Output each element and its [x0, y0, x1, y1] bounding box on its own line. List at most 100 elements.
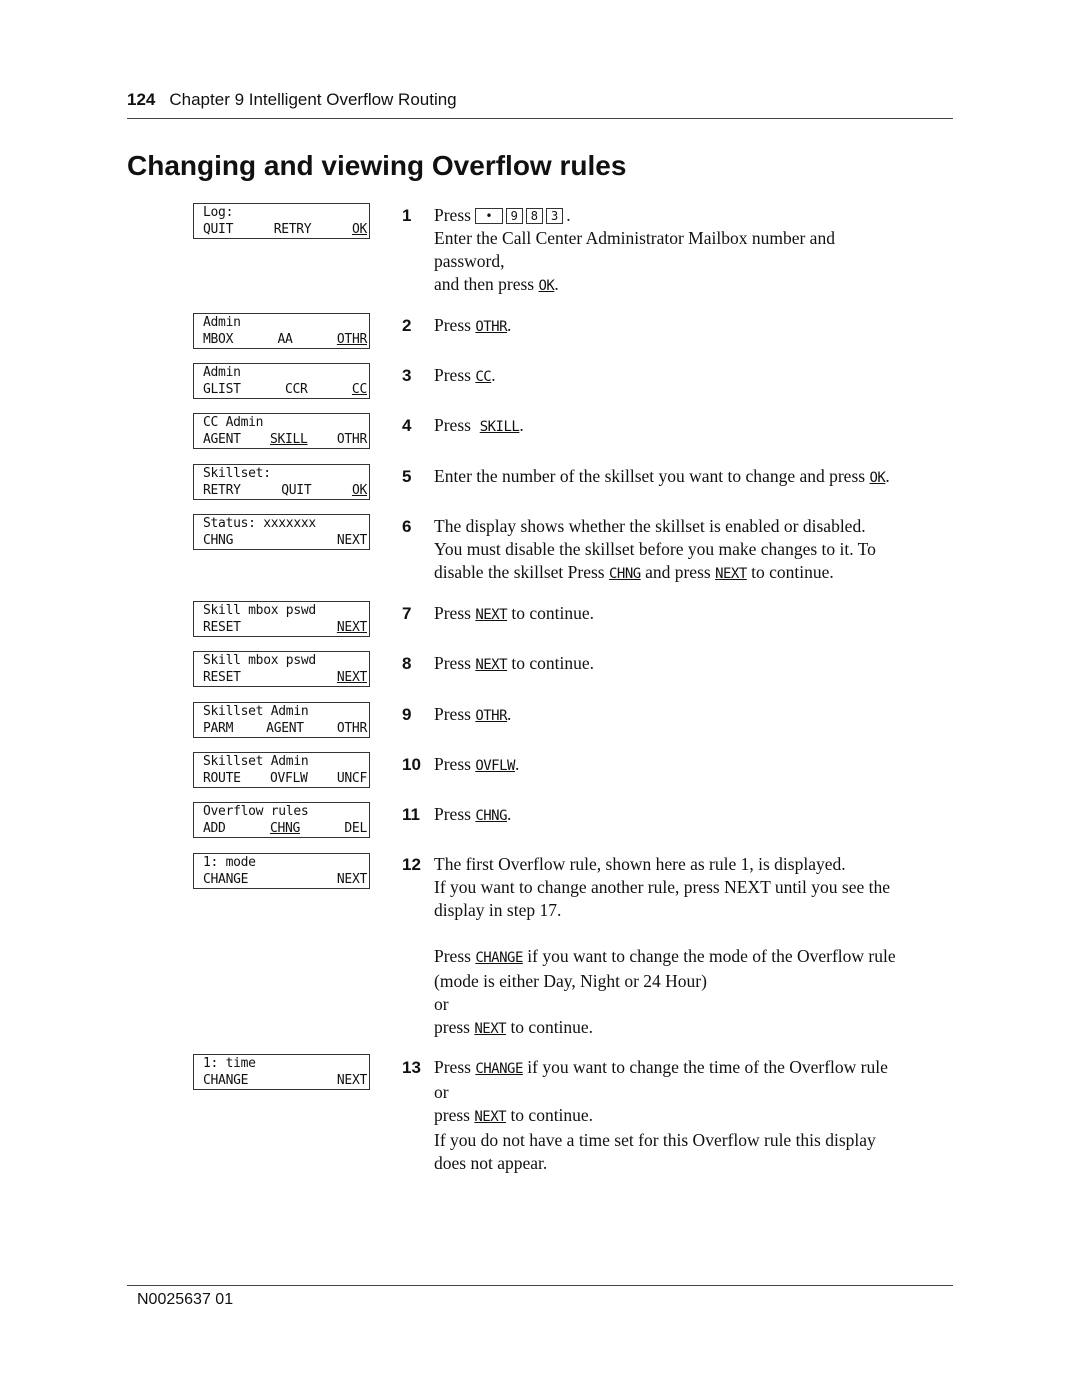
softkey-label: AGENT	[266, 721, 304, 736]
softkey-label: RESET	[203, 620, 241, 635]
step-text: Press	[434, 603, 471, 623]
display-line-1: Log:	[203, 205, 234, 220]
step-text: The display shows whether the skillset i…	[434, 516, 866, 536]
step-text: You must disable the skillset before you…	[434, 539, 876, 559]
key-3: 3	[546, 208, 564, 224]
display-line-1: Skillset Admin	[203, 704, 309, 719]
step-text: If you do not have a time set for this O…	[434, 1130, 876, 1150]
step-4: 4 Press SKILL.	[402, 415, 524, 435]
display-softkeys: RETRY QUIT OK	[203, 482, 367, 499]
softkey-next: NEXT	[474, 1021, 507, 1037]
step-10: 10 Press OVFLW.	[402, 754, 520, 774]
softkey-label: NEXT	[336, 872, 367, 887]
softkey-change: CHANGE	[475, 950, 523, 966]
softkey-ok: OK	[538, 278, 555, 294]
step-number: 4	[402, 416, 412, 435]
softkey-label: NEXT	[336, 533, 367, 548]
step-text: Press	[434, 315, 471, 335]
telephone-display: Skillset: RETRY QUIT OK	[193, 464, 370, 500]
step-text: if you want to change the mode of the Ov…	[527, 946, 896, 966]
softkey-change: CHANGE	[475, 1061, 523, 1077]
step-text: Press	[434, 804, 471, 824]
step-text: Press	[434, 415, 471, 435]
softkey-label: OK	[351, 483, 367, 498]
chapter-title: Chapter 9 Intelligent Overflow Routing	[169, 90, 457, 109]
softkey-chng: CHNG	[475, 808, 508, 824]
softkey-label: CCR	[284, 382, 308, 397]
key-9: 9	[505, 208, 523, 224]
softkey-label: NEXT	[336, 1073, 367, 1088]
step-text: password,	[434, 251, 505, 271]
step-text: to continue.	[510, 1017, 594, 1037]
step-text: to continue.	[511, 603, 595, 623]
step-3: 3 Press CC.	[402, 365, 496, 385]
softkey-label: DEL	[344, 821, 367, 836]
step-text: to continue.	[510, 1105, 594, 1125]
step-text: Press	[434, 365, 471, 385]
step-text: The first Overflow rule, shown here as r…	[434, 854, 846, 874]
softkey-label: OTHR	[336, 332, 367, 347]
step-text: Press	[434, 946, 471, 966]
display-line-1: Skillset:	[203, 466, 271, 481]
header-rule	[127, 118, 953, 119]
softkey-label: CHANGE	[203, 1073, 249, 1088]
step-text: and press	[645, 562, 711, 582]
softkey-label: SKILL	[269, 432, 308, 447]
step-number: 1	[402, 206, 412, 225]
softkey-label: MBOX	[203, 332, 234, 347]
step-number: 9	[402, 705, 412, 724]
step-text: Press	[434, 704, 471, 724]
display-softkeys: CHNG NEXT	[203, 532, 367, 549]
softkey-next: NEXT	[475, 657, 508, 673]
step-number: 12	[402, 855, 421, 874]
step-text: or	[434, 994, 449, 1014]
softkey-label: QUIT	[203, 222, 234, 237]
display-line-1: 1: time	[203, 1056, 256, 1071]
step-text: Press	[434, 653, 471, 673]
display-softkeys: GLIST CCR CC	[203, 381, 367, 398]
softkey-label: QUIT	[281, 483, 312, 498]
softkey-skill: SKILL	[479, 419, 520, 435]
step-5: 5 Enter the number of the skillset you w…	[402, 466, 890, 486]
softkey-label: RETRY	[273, 222, 312, 237]
display-softkeys: ADD CHNG DEL	[203, 820, 367, 837]
softkey-label: OVFLW	[269, 771, 308, 786]
display-line-1: Skill mbox pswd	[203, 603, 316, 618]
step-9: 9 Press OTHR.	[402, 704, 512, 724]
softkey-cc: CC	[475, 369, 492, 385]
softkey-label: UNCF	[336, 771, 367, 786]
step-text: press	[434, 1017, 470, 1037]
telephone-display: 1: time CHANGE NEXT	[193, 1054, 370, 1090]
document-id: N0025637 01	[137, 1291, 234, 1308]
telephone-display: Skill mbox pswd RESET NEXT	[193, 601, 370, 637]
step-text: if you want to change the time of the Ov…	[527, 1057, 888, 1077]
softkey-chng: CHNG	[608, 566, 641, 582]
step-number: 3	[402, 366, 412, 385]
display-line-1: Admin	[203, 365, 241, 380]
softkey-label: CHANGE	[203, 872, 249, 887]
display-softkeys: PARM AGENT OTHR	[203, 720, 367, 737]
display-softkeys: RESET NEXT	[203, 669, 367, 686]
softkey-label: GLIST	[203, 382, 241, 397]
softkey-label: AA	[277, 332, 293, 347]
softkey-label: PARM	[203, 721, 234, 736]
step-text: display in step 17.	[434, 900, 562, 920]
telephone-display: Admin MBOX AA OTHR	[193, 313, 370, 349]
telephone-display: Admin GLIST CCR CC	[193, 363, 370, 399]
step-text: and then press	[434, 274, 535, 294]
telephone-display: Skill mbox pswd RESET NEXT	[193, 651, 370, 687]
display-line-1: Skill mbox pswd	[203, 653, 316, 668]
step-number: 10	[402, 755, 421, 774]
step-text: does not appear.	[434, 1153, 548, 1173]
step-11: 11 Press CHNG.	[402, 804, 512, 824]
display-softkeys: CHANGE NEXT	[203, 871, 367, 888]
softkey-label: CHNG	[203, 533, 234, 548]
display-softkeys: RESET NEXT	[203, 619, 367, 636]
softkey-next: NEXT	[715, 566, 747, 582]
step-7: 7 Press NEXT to continue.	[402, 602, 962, 627]
softkey-label: NEXT	[336, 620, 367, 635]
step-number: 11	[402, 805, 420, 824]
key-8: 8	[525, 208, 544, 224]
feature-key-icon: •	[475, 208, 503, 224]
step-12: 12 The first Overflow rule, shown here a…	[402, 853, 962, 1041]
